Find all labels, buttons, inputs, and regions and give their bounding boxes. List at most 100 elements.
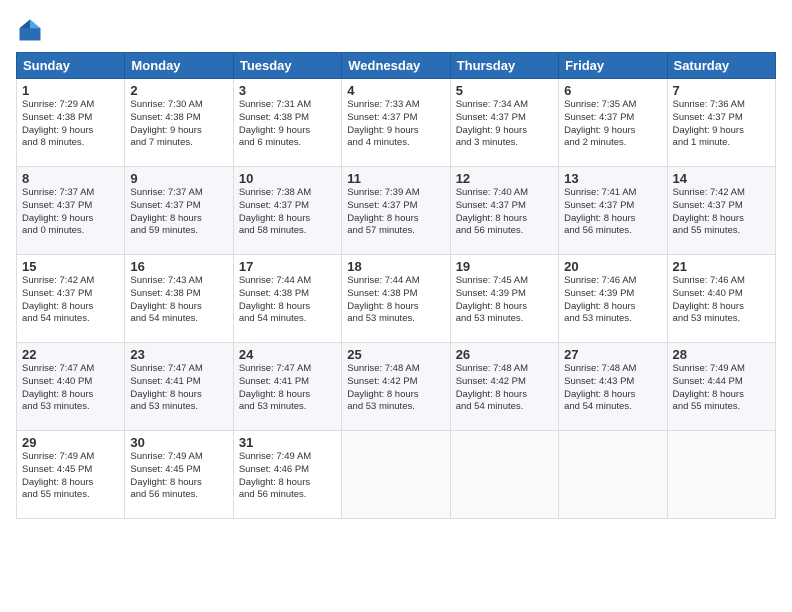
day-number: 4: [347, 83, 444, 98]
day-number: 13: [564, 171, 661, 186]
calendar-cell: 7Sunrise: 7:36 AMSunset: 4:37 PMDaylight…: [667, 79, 775, 167]
weekday-header-tuesday: Tuesday: [233, 53, 341, 79]
day-info: Sunrise: 7:29 AMSunset: 4:38 PMDaylight:…: [22, 99, 119, 150]
calendar-cell: 20Sunrise: 7:46 AMSunset: 4:39 PMDayligh…: [559, 255, 667, 343]
day-number: 16: [130, 259, 227, 274]
day-number: 22: [22, 347, 119, 362]
day-info: Sunrise: 7:44 AMSunset: 4:38 PMDaylight:…: [239, 275, 336, 326]
day-info: Sunrise: 7:42 AMSunset: 4:37 PMDaylight:…: [22, 275, 119, 326]
calendar-cell: 9Sunrise: 7:37 AMSunset: 4:37 PMDaylight…: [125, 167, 233, 255]
calendar-cell: 10Sunrise: 7:38 AMSunset: 4:37 PMDayligh…: [233, 167, 341, 255]
calendar-cell: [450, 431, 558, 519]
day-number: 18: [347, 259, 444, 274]
day-number: 24: [239, 347, 336, 362]
day-number: 30: [130, 435, 227, 450]
day-number: 25: [347, 347, 444, 362]
calendar-cell: 12Sunrise: 7:40 AMSunset: 4:37 PMDayligh…: [450, 167, 558, 255]
day-info: Sunrise: 7:48 AMSunset: 4:43 PMDaylight:…: [564, 363, 661, 414]
day-info: Sunrise: 7:48 AMSunset: 4:42 PMDaylight:…: [347, 363, 444, 414]
day-number: 9: [130, 171, 227, 186]
day-info: Sunrise: 7:49 AMSunset: 4:44 PMDaylight:…: [673, 363, 770, 414]
logo-icon: [16, 16, 44, 44]
day-info: Sunrise: 7:46 AMSunset: 4:39 PMDaylight:…: [564, 275, 661, 326]
weekday-header-row: SundayMondayTuesdayWednesdayThursdayFrid…: [17, 53, 776, 79]
day-info: Sunrise: 7:47 AMSunset: 4:40 PMDaylight:…: [22, 363, 119, 414]
day-number: 21: [673, 259, 770, 274]
day-info: Sunrise: 7:44 AMSunset: 4:38 PMDaylight:…: [347, 275, 444, 326]
calendar-cell: 29Sunrise: 7:49 AMSunset: 4:45 PMDayligh…: [17, 431, 125, 519]
calendar-cell: 13Sunrise: 7:41 AMSunset: 4:37 PMDayligh…: [559, 167, 667, 255]
day-info: Sunrise: 7:43 AMSunset: 4:38 PMDaylight:…: [130, 275, 227, 326]
day-info: Sunrise: 7:46 AMSunset: 4:40 PMDaylight:…: [673, 275, 770, 326]
day-number: 6: [564, 83, 661, 98]
weekday-header-thursday: Thursday: [450, 53, 558, 79]
calendar-cell: 25Sunrise: 7:48 AMSunset: 4:42 PMDayligh…: [342, 343, 450, 431]
calendar-cell: [667, 431, 775, 519]
day-info: Sunrise: 7:41 AMSunset: 4:37 PMDaylight:…: [564, 187, 661, 238]
day-number: 14: [673, 171, 770, 186]
week-row-5: 29Sunrise: 7:49 AMSunset: 4:45 PMDayligh…: [17, 431, 776, 519]
day-info: Sunrise: 7:48 AMSunset: 4:42 PMDaylight:…: [456, 363, 553, 414]
day-info: Sunrise: 7:30 AMSunset: 4:38 PMDaylight:…: [130, 99, 227, 150]
calendar-cell: 15Sunrise: 7:42 AMSunset: 4:37 PMDayligh…: [17, 255, 125, 343]
day-info: Sunrise: 7:35 AMSunset: 4:37 PMDaylight:…: [564, 99, 661, 150]
calendar-cell: 26Sunrise: 7:48 AMSunset: 4:42 PMDayligh…: [450, 343, 558, 431]
day-number: 7: [673, 83, 770, 98]
calendar-cell: 1Sunrise: 7:29 AMSunset: 4:38 PMDaylight…: [17, 79, 125, 167]
day-number: 15: [22, 259, 119, 274]
header: [16, 16, 776, 44]
day-info: Sunrise: 7:31 AMSunset: 4:38 PMDaylight:…: [239, 99, 336, 150]
day-number: 10: [239, 171, 336, 186]
weekday-header-sunday: Sunday: [17, 53, 125, 79]
day-info: Sunrise: 7:49 AMSunset: 4:46 PMDaylight:…: [239, 451, 336, 502]
calendar-cell: 3Sunrise: 7:31 AMSunset: 4:38 PMDaylight…: [233, 79, 341, 167]
day-number: 28: [673, 347, 770, 362]
calendar-cell: 18Sunrise: 7:44 AMSunset: 4:38 PMDayligh…: [342, 255, 450, 343]
day-number: 8: [22, 171, 119, 186]
day-number: 31: [239, 435, 336, 450]
calendar-cell: 30Sunrise: 7:49 AMSunset: 4:45 PMDayligh…: [125, 431, 233, 519]
calendar-cell: 23Sunrise: 7:47 AMSunset: 4:41 PMDayligh…: [125, 343, 233, 431]
calendar-cell: 11Sunrise: 7:39 AMSunset: 4:37 PMDayligh…: [342, 167, 450, 255]
calendar-cell: 2Sunrise: 7:30 AMSunset: 4:38 PMDaylight…: [125, 79, 233, 167]
day-number: 23: [130, 347, 227, 362]
day-number: 20: [564, 259, 661, 274]
calendar-cell: [342, 431, 450, 519]
day-info: Sunrise: 7:47 AMSunset: 4:41 PMDaylight:…: [239, 363, 336, 414]
day-info: Sunrise: 7:49 AMSunset: 4:45 PMDaylight:…: [130, 451, 227, 502]
calendar-cell: 8Sunrise: 7:37 AMSunset: 4:37 PMDaylight…: [17, 167, 125, 255]
day-info: Sunrise: 7:33 AMSunset: 4:37 PMDaylight:…: [347, 99, 444, 150]
calendar-cell: 16Sunrise: 7:43 AMSunset: 4:38 PMDayligh…: [125, 255, 233, 343]
calendar-cell: 4Sunrise: 7:33 AMSunset: 4:37 PMDaylight…: [342, 79, 450, 167]
weekday-header-monday: Monday: [125, 53, 233, 79]
day-number: 5: [456, 83, 553, 98]
calendar-cell: 31Sunrise: 7:49 AMSunset: 4:46 PMDayligh…: [233, 431, 341, 519]
calendar-cell: 21Sunrise: 7:46 AMSunset: 4:40 PMDayligh…: [667, 255, 775, 343]
calendar-cell: 22Sunrise: 7:47 AMSunset: 4:40 PMDayligh…: [17, 343, 125, 431]
day-info: Sunrise: 7:38 AMSunset: 4:37 PMDaylight:…: [239, 187, 336, 238]
day-info: Sunrise: 7:49 AMSunset: 4:45 PMDaylight:…: [22, 451, 119, 502]
weekday-header-friday: Friday: [559, 53, 667, 79]
day-number: 12: [456, 171, 553, 186]
calendar-cell: 5Sunrise: 7:34 AMSunset: 4:37 PMDaylight…: [450, 79, 558, 167]
day-info: Sunrise: 7:47 AMSunset: 4:41 PMDaylight:…: [130, 363, 227, 414]
day-info: Sunrise: 7:36 AMSunset: 4:37 PMDaylight:…: [673, 99, 770, 150]
day-info: Sunrise: 7:37 AMSunset: 4:37 PMDaylight:…: [130, 187, 227, 238]
week-row-1: 1Sunrise: 7:29 AMSunset: 4:38 PMDaylight…: [17, 79, 776, 167]
day-info: Sunrise: 7:45 AMSunset: 4:39 PMDaylight:…: [456, 275, 553, 326]
day-number: 17: [239, 259, 336, 274]
week-row-2: 8 Sunrise: 7:37 AMSunset: 4:37 PMDaylight…: [17, 167, 776, 255]
day-info: Sunrise: 7:42 AMSunset: 4:37 PMDaylight:…: [673, 187, 770, 238]
weekday-header-saturday: Saturday: [667, 53, 775, 79]
calendar-cell: 17Sunrise: 7:44 AMSunset: 4:38 PMDayligh…: [233, 255, 341, 343]
weekday-header-wednesday: Wednesday: [342, 53, 450, 79]
day-number: 1: [22, 83, 119, 98]
calendar-cell: 24Sunrise: 7:47 AMSunset: 4:41 PMDayligh…: [233, 343, 341, 431]
calendar-cell: 19Sunrise: 7:45 AMSunset: 4:39 PMDayligh…: [450, 255, 558, 343]
logo: [16, 16, 48, 44]
page: SundayMondayTuesdayWednesdayThursdayFrid…: [0, 0, 792, 612]
day-info: Sunrise: 7:40 AMSunset: 4:37 PMDaylight:…: [456, 187, 553, 238]
day-info: Sunrise: 7:39 AMSunset: 4:37 PMDaylight:…: [347, 187, 444, 238]
day-number: 26: [456, 347, 553, 362]
day-info: Sunrise: 7:34 AMSunset: 4:37 PMDaylight:…: [456, 99, 553, 150]
